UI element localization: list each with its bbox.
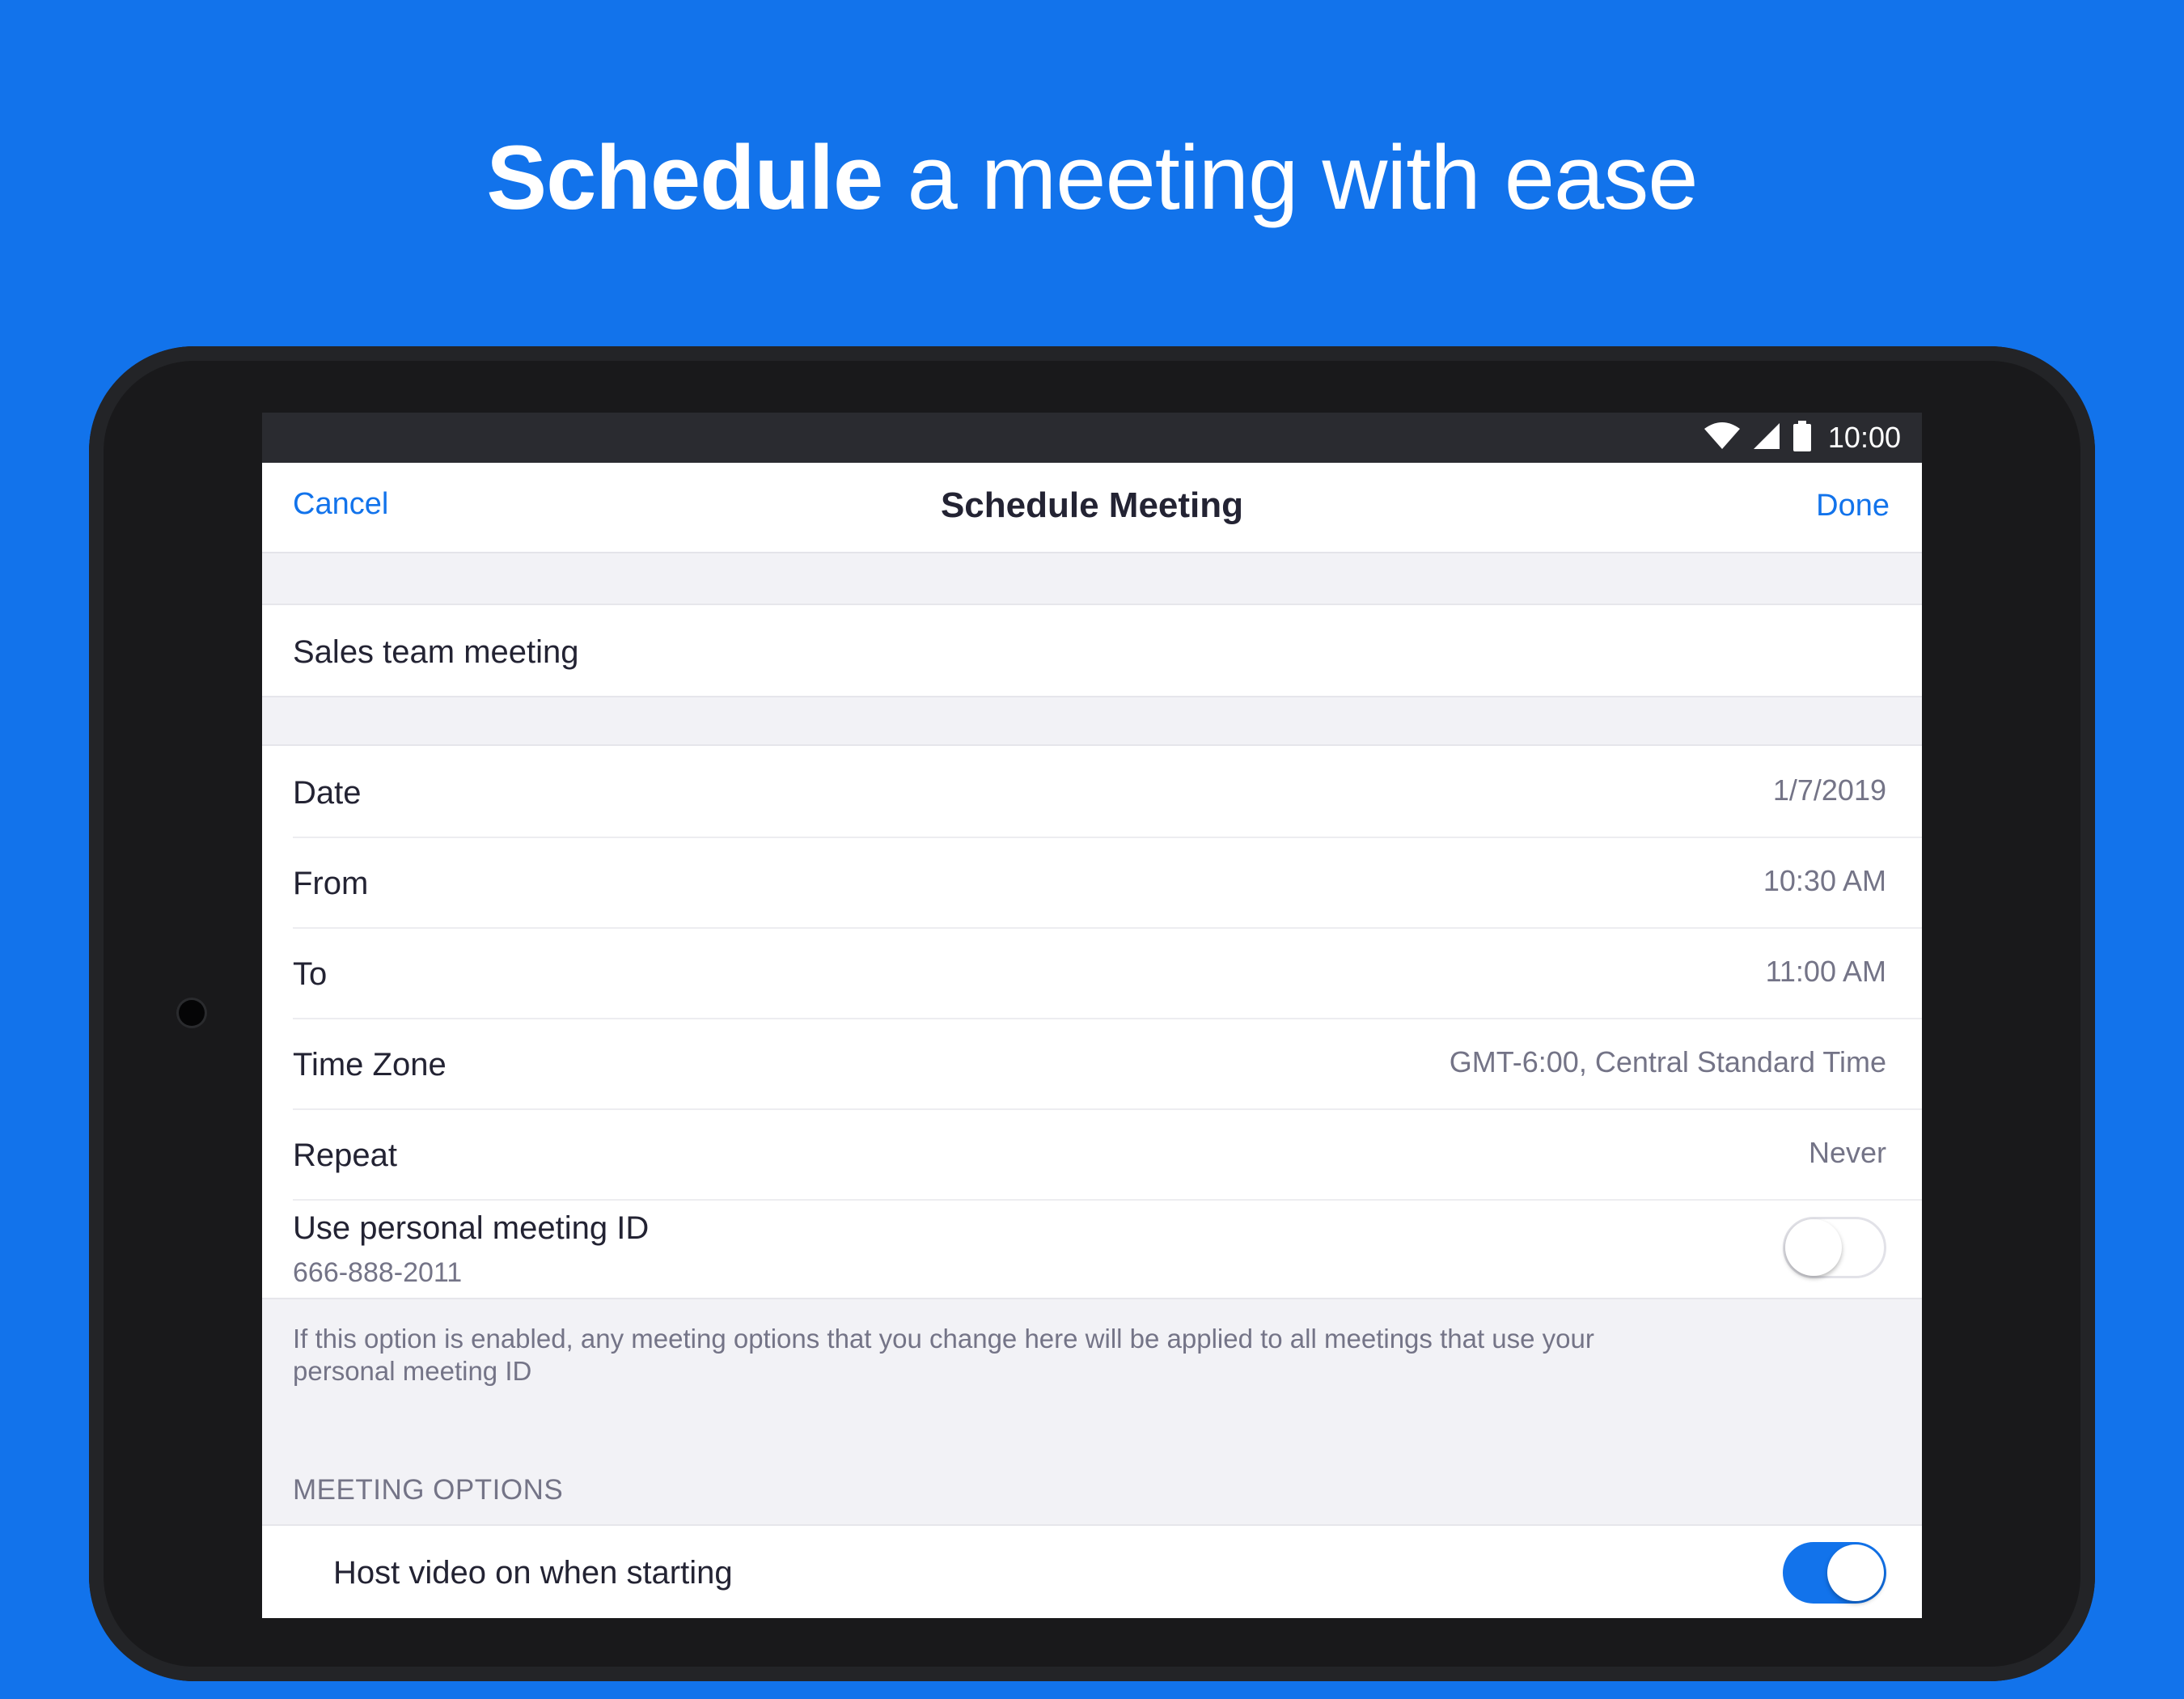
repeat-value: Never [1808, 1136, 1886, 1169]
cellular-signal-icon [1752, 422, 1781, 454]
battery-icon [1792, 420, 1812, 455]
to-value: 11:00 AM [1765, 955, 1886, 988]
personal-meeting-id-toggle[interactable] [1783, 1217, 1886, 1278]
to-row[interactable]: To 11:00 AM [293, 927, 1922, 1019]
done-button[interactable]: Done [1816, 489, 1890, 523]
toggle-knob [1785, 1219, 1842, 1276]
personal-id-help-text: If this option is enabled, any meeting o… [293, 1324, 1594, 1386]
from-label: From [293, 866, 369, 901]
meeting-options-header: MEETING OPTIONS [293, 1474, 564, 1506]
meeting-topic-text: Sales team meeting [293, 634, 579, 670]
from-row[interactable]: From 10:30 AM [293, 837, 1922, 929]
meeting-topic-field[interactable]: Sales team meeting [262, 604, 1922, 697]
time-zone-row[interactable]: Time Zone GMT-6:00, Central Standard Tim… [293, 1018, 1922, 1110]
personal-meeting-id-row: Use personal meeting ID 666-888-2011 [293, 1199, 1922, 1298]
page-title: Schedule Meeting [940, 485, 1244, 525]
from-value: 10:30 AM [1763, 864, 1886, 897]
personal-meeting-id-label: Use personal meeting ID [293, 1210, 650, 1246]
headline-bold: Schedule [486, 127, 883, 228]
time-zone-label: Time Zone [293, 1047, 447, 1083]
host-video-label: Host video on when starting [333, 1555, 733, 1591]
headline: Schedule a meeting with ease [0, 121, 2184, 235]
status-time: 10:00 [1827, 421, 1901, 454]
host-video-toggle[interactable] [1783, 1542, 1886, 1604]
host-video-row: Host video on when starting [262, 1524, 1922, 1618]
repeat-label: Repeat [293, 1138, 397, 1173]
navigation-bar: Cancel Schedule Meeting Done [262, 463, 1922, 553]
status-bar: 10:00 [262, 413, 1922, 463]
date-row[interactable]: Date 1/7/2019 [293, 746, 1922, 838]
status-icons: 10:00 [1704, 413, 1901, 463]
headline-rest: a meeting with ease [882, 127, 1698, 228]
date-label: Date [293, 775, 362, 811]
app-screen: 10:00 Cancel Schedule Meeting Done Sales… [262, 413, 1922, 1618]
repeat-row[interactable]: Repeat Never [293, 1108, 1922, 1201]
wifi-icon [1704, 422, 1741, 454]
toggle-knob [1827, 1544, 1884, 1601]
to-label: To [293, 956, 328, 992]
schedule-fields-group: Date 1/7/2019 From 10:30 AM To 11:00 AM … [262, 744, 1922, 1299]
date-value: 1/7/2019 [1772, 773, 1886, 807]
camera-icon [179, 1000, 205, 1026]
time-zone-value: GMT-6:00, Central Standard Time [1449, 1045, 1886, 1078]
personal-meeting-id-number: 666-888-2011 [293, 1257, 463, 1288]
